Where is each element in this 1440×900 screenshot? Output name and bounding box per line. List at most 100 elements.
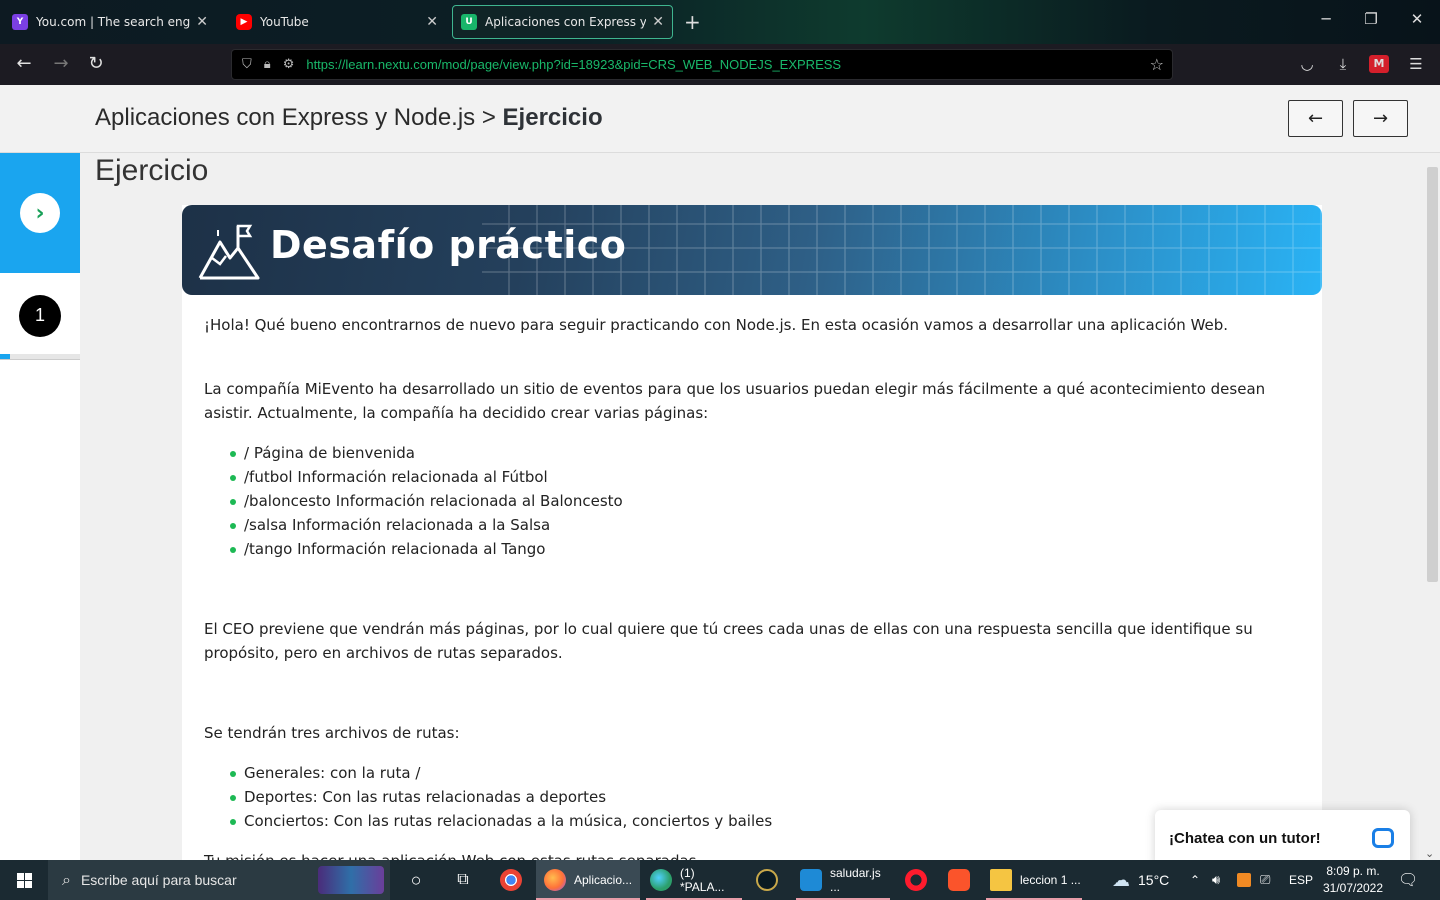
nextu-favicon: U: [461, 14, 477, 30]
tray-expand-icon[interactable]: ⌃: [1190, 860, 1200, 900]
pages-list: / Página de bienvenida /futbol Informaci…: [226, 441, 1304, 561]
tab-youcom[interactable]: Y You.com | The search engine yo ✕: [4, 5, 216, 39]
search-placeholder[interactable]: Escribe aquí para buscar: [81, 872, 237, 888]
sidebar-toggle-button[interactable]: ›: [0, 153, 80, 273]
taskbar-app-firefox[interactable]: Aplicacio...: [536, 860, 640, 900]
close-window-icon[interactable]: ✕: [1402, 10, 1432, 28]
volume-icon[interactable]: 🔊︎: [1212, 860, 1220, 900]
league-icon: [756, 869, 778, 891]
bookmark-star-icon[interactable]: ☆: [1150, 55, 1164, 74]
lesson-sidebar: › 1: [0, 153, 80, 860]
routes-list: Generales: con la ruta / Deportes: Con l…: [226, 761, 1304, 833]
tutor-chat-widget[interactable]: ¡Chatea con un tutor!: [1155, 810, 1410, 860]
tab-title: You.com | The search engine yo: [36, 15, 191, 29]
edge-icon: [650, 869, 672, 891]
banner-title: Desafío práctico: [270, 223, 627, 267]
step-number: 1: [19, 294, 61, 337]
scrollbar-thumb[interactable]: [1427, 167, 1438, 582]
forward-icon[interactable]: →: [49, 53, 73, 74]
chat-label[interactable]: ¡Chatea con un tutor!: [1169, 830, 1372, 847]
notifications-icon[interactable]: 🗨︎: [1398, 860, 1418, 900]
next-button[interactable]: →: [1353, 100, 1408, 137]
cloud-icon: ☁: [1112, 869, 1130, 890]
page-title: Ejercicio: [95, 154, 209, 187]
ceo-paragraph: El CEO previene que vendrán más páginas,…: [204, 620, 1253, 662]
url-text[interactable]: https://learn.nextu.com/mod/page/view.ph…: [306, 57, 841, 72]
progress-fill: [0, 354, 10, 359]
taskbar-app-explorer[interactable]: leccion 1 ...: [986, 860, 1082, 900]
close-tab-icon[interactable]: ✕: [196, 14, 208, 30]
close-tab-icon[interactable]: ✕: [652, 14, 664, 30]
cortana-icon[interactable]: ○: [404, 860, 428, 900]
taskbar-search[interactable]: ⌕ Escribe aquí para buscar: [48, 860, 390, 900]
browser-tab-bar: Y You.com | The search engine yo ✕ ▶ You…: [0, 0, 1440, 44]
intro-paragraph: ¡Hola! Qué bueno encontrarnos de nuevo p…: [204, 316, 1229, 334]
url-bar[interactable]: ⛉ 🔒︎ ⚙ https://learn.nextu.com/mod/page/…: [231, 49, 1173, 80]
taskbar-app-chrome[interactable]: [500, 860, 524, 900]
download-icon[interactable]: ⤓: [1332, 55, 1354, 73]
clock-time: 8:09 p. m.: [1326, 864, 1380, 878]
back-icon[interactable]: ←: [12, 53, 36, 74]
shield-icon[interactable]: ⛉: [242, 57, 252, 72]
permissions-icon[interactable]: ⚙: [283, 57, 295, 72]
minimize-icon[interactable]: ─: [1311, 10, 1341, 28]
list-item: /salsa Información relacionada a la Sals…: [226, 513, 1304, 537]
lesson-body: ¡Hola! Qué bueno encontrarnos de nuevo p…: [204, 313, 1304, 860]
reload-icon[interactable]: ↻: [84, 53, 108, 74]
lock-icon[interactable]: 🔒︎: [264, 57, 271, 72]
taskbar-app-league[interactable]: [756, 860, 780, 900]
list-item: /tango Información relacionada al Tango: [226, 537, 1304, 561]
tab-title: Aplicaciones con Express y Nod: [485, 15, 647, 29]
windows-logo-icon: [16, 872, 32, 888]
chat-bubble-icon[interactable]: [1372, 828, 1394, 848]
sidebar-step[interactable]: 1: [0, 273, 80, 358]
opera-icon: [905, 869, 927, 891]
chevron-right-icon: ›: [20, 193, 60, 233]
challenge-banner: Desafío práctico: [182, 205, 1322, 295]
tab-youtube[interactable]: ▶ YouTube ✕: [228, 5, 446, 39]
mountain-flag-icon: [198, 224, 260, 280]
page-scrollbar[interactable]: ⌄: [1422, 153, 1440, 860]
routes-intro: Se tendrán tres archivos de rutas:: [204, 724, 460, 742]
progress-bar: [0, 354, 80, 360]
youtube-favicon: ▶: [236, 14, 252, 30]
taskbar-app-label: Aplicacio...: [574, 873, 633, 887]
breadcrumb-course[interactable]: Aplicaciones con Express y Node.js: [95, 104, 475, 131]
list-item: /baloncesto Información relacionada al B…: [226, 489, 1304, 513]
network-icon[interactable]: ⎚: [1260, 860, 1270, 900]
scroll-down-icon[interactable]: ⌄: [1425, 847, 1434, 860]
web-page: Aplicaciones con Express y Node.js > Eje…: [0, 85, 1440, 860]
pocket-icon[interactable]: ◡: [1296, 55, 1318, 73]
language-indicator[interactable]: ESP: [1289, 860, 1313, 900]
breadcrumb: Aplicaciones con Express y Node.js > Eje…: [95, 104, 603, 132]
course-header: Aplicaciones con Express y Node.js > Eje…: [0, 85, 1440, 153]
task-view-icon[interactable]: ⧉: [450, 860, 476, 900]
search-highlight-image[interactable]: [318, 866, 384, 894]
breadcrumb-current: Ejercicio: [502, 104, 603, 131]
close-tab-icon[interactable]: ✕: [426, 14, 438, 30]
list-item: Generales: con la ruta /: [226, 761, 1304, 785]
taskbar-app-vscode[interactable]: saludar.js ...: [796, 860, 890, 900]
brave-icon: [948, 869, 970, 891]
previous-button[interactable]: ←: [1288, 100, 1343, 137]
restore-icon[interactable]: ❐: [1356, 10, 1386, 28]
taskbar-app-opera[interactable]: [905, 860, 929, 900]
new-tab-icon[interactable]: +: [684, 10, 701, 34]
list-item: Deportes: Con las rutas relacionadas a d…: [226, 785, 1304, 809]
taskbar-app-label: (1) *PALA...: [680, 866, 725, 894]
taskbar-clock[interactable]: 8:09 p. m. 31/07/2022: [1318, 863, 1388, 897]
weather-widget[interactable]: ☁ 15°C: [1112, 860, 1169, 900]
menu-icon[interactable]: ☰: [1405, 55, 1427, 73]
start-button[interactable]: [0, 860, 48, 900]
youcom-favicon: Y: [12, 14, 28, 30]
extension-icon[interactable]: M: [1369, 55, 1389, 73]
chrome-icon: [500, 869, 522, 891]
weather-temperature: 15°C: [1138, 872, 1170, 888]
taskbar-app-label: saludar.js ...: [830, 866, 881, 894]
clock-date: 31/07/2022: [1322, 881, 1384, 895]
taskbar-app-edge[interactable]: (1) *PALA...: [646, 860, 742, 900]
tab-aplicaciones[interactable]: U Aplicaciones con Express y Nod ✕: [452, 5, 673, 39]
taskbar-app-brave[interactable]: [948, 860, 972, 900]
search-icon: ⌕: [62, 870, 71, 889]
tray-app-icon[interactable]: [1237, 860, 1251, 900]
